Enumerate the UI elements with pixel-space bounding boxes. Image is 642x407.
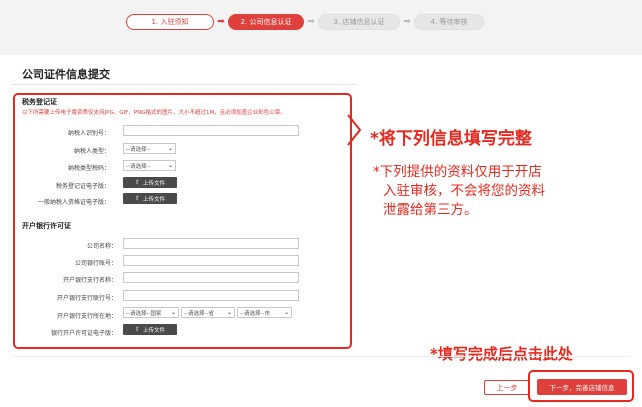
step-2[interactable]: 2. 公司信息认证 — [228, 14, 304, 30]
general-taxpayer-upload-button[interactable]: ⇧ 上传文件 — [123, 193, 177, 204]
arrow-right-icon: ➡ — [217, 17, 225, 27]
arrow-right-icon: ➡ — [403, 17, 411, 27]
annotation-note: *下列提供的资料仅用于开店 入驻审核，不会将您的资料 泄露给第三方。 — [373, 163, 605, 220]
license-upload-button[interactable]: ⇧ 上传文件 — [123, 324, 177, 335]
annotation-main: *将下列信息填写完整 — [370, 129, 532, 149]
chevron-down-icon: ⌄ — [167, 162, 173, 169]
branch-name-input[interactable] — [123, 272, 299, 283]
divider — [12, 356, 630, 357]
branch-code-input[interactable] — [123, 290, 299, 301]
country-select[interactable]: --请选择--国家 ⌄ — [123, 307, 179, 318]
step-1[interactable]: 1. 入驻须知 — [126, 14, 214, 30]
callout-pointer — [347, 114, 362, 146]
branch-location-label: 开户银行支行所在地： — [56, 313, 117, 320]
chevron-down-icon: ⌄ — [170, 309, 176, 316]
company-name-input[interactable] — [123, 238, 299, 249]
branch-code-label: 开户银行支行联行号： — [56, 295, 117, 302]
tax-section-title: 税务登记证 — [22, 98, 57, 106]
taxpayer-id-input[interactable] — [123, 125, 299, 136]
tax-code-label: 纳税类型税码： — [67, 165, 110, 172]
divider — [12, 84, 357, 85]
annotation-bottom: *填写完成后点击此处 — [430, 345, 573, 363]
city-select[interactable]: --请选择--市 ⌄ — [237, 307, 292, 318]
chevron-down-icon: ⌄ — [283, 309, 289, 316]
upload-icon: ⇧ — [134, 195, 140, 202]
license-label: 银行开户许可证电子版： — [50, 330, 117, 337]
province-select[interactable]: --请选择--省 ⌄ — [181, 307, 235, 318]
taxpayer-type-label: 纳税人类型： — [73, 148, 110, 155]
branch-name-label: 开户银行支行名称： — [62, 277, 117, 284]
upload-icon: ⇧ — [134, 326, 140, 333]
divider — [0, 55, 642, 60]
step-4: 4. 等待审核 — [414, 14, 484, 30]
arrow-right-icon: ➡ — [307, 17, 315, 27]
chevron-down-icon: ⌄ — [167, 145, 173, 152]
step-3: 3. 店铺信息认证 — [318, 14, 400, 30]
upload-icon: ⇧ — [134, 179, 140, 186]
tax-code-select[interactable]: --请选择-- ⌄ — [123, 160, 176, 171]
general-taxpayer-label: 一般纳税人资格证电子版： — [37, 199, 110, 206]
page-title: 公司证件信息提交 — [22, 68, 110, 81]
next-button[interactable]: 下一步，完善店铺信息 — [537, 379, 627, 395]
annotation-note-line: 泄露给第三方。 — [383, 202, 478, 218]
tax-cert-label: 税务登记证电子版： — [55, 183, 110, 190]
tax-cert-upload-button[interactable]: ⇧ 上传文件 — [123, 177, 177, 188]
prev-button[interactable]: 上一步 — [484, 380, 530, 395]
progress-steps: 1. 入驻须知 ➡ 2. 公司信息认证 ➡ 3. 店铺信息认证 ➡ 4. 等待审… — [126, 13, 484, 31]
taxpayer-id-label: 纳税人识别号： — [67, 130, 110, 137]
upload-hint: 以下所需要上传电子版资质仅支持JPG、GIF、PNG格式的图片，大小不超过1M，… — [22, 110, 286, 116]
company-account-input[interactable] — [123, 255, 299, 266]
bank-section-title: 开户银行许可证 — [22, 222, 71, 230]
chevron-down-icon: ⌄ — [226, 309, 232, 316]
annotation-note-line: *下列提供的资料仅用于开店 — [373, 164, 542, 180]
company-account-label: 公司银行账号： — [74, 260, 117, 267]
company-name-label: 公司名称： — [86, 243, 117, 250]
annotation-note-line: 入驻审核，不会将您的资料 — [383, 183, 545, 199]
taxpayer-type-select[interactable]: --请选择-- ⌄ — [123, 143, 176, 154]
